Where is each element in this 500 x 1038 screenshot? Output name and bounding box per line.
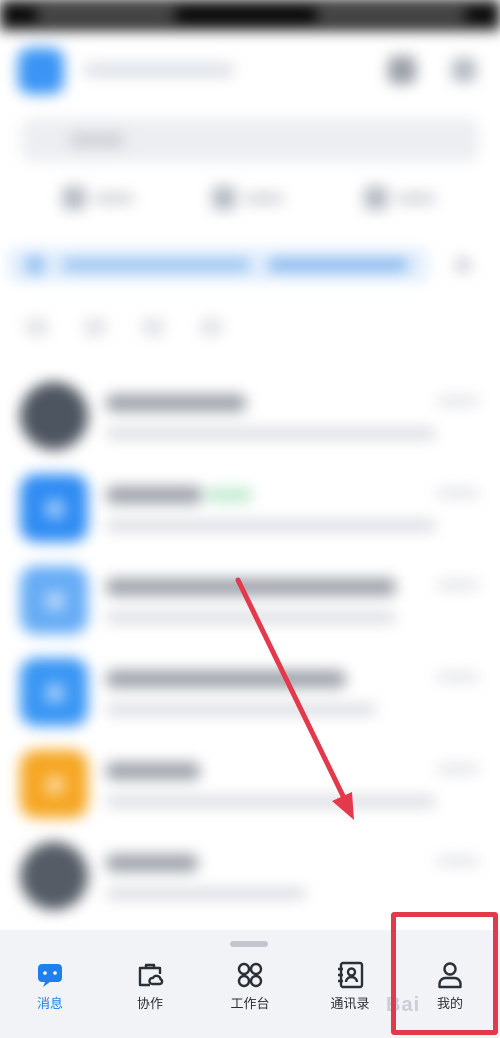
status-bar-left (36, 10, 176, 19)
conversation-title (106, 578, 396, 596)
conversation-row[interactable] (0, 650, 500, 742)
blurred-content-area (0, 0, 500, 930)
filter-chip[interactable] (200, 318, 222, 336)
conversation-avatar-icon (46, 776, 64, 794)
conversation-time (436, 672, 480, 682)
notice-icon (26, 256, 44, 274)
conversation-time (436, 396, 480, 406)
drag-handle[interactable] (230, 941, 268, 947)
notice-chevron-icon[interactable] (456, 258, 470, 272)
conversation-preview (106, 888, 306, 899)
conversation-title (106, 762, 200, 780)
org-name[interactable] (84, 62, 234, 78)
notice-text (62, 259, 250, 271)
conversation-avatar-icon (46, 500, 64, 518)
tab-contacts[interactable]: 通讯录 (300, 960, 400, 1024)
tab-label: 消息 (36, 997, 63, 1012)
tab-label: 工作台 (230, 997, 270, 1012)
conversation-time (436, 488, 480, 498)
conversation-preview (106, 796, 436, 807)
contact-book-icon (338, 961, 364, 989)
quick-action-icon (212, 186, 236, 210)
conversation-time (436, 856, 480, 866)
header-action-button[interactable] (388, 56, 416, 84)
conversation-tag (206, 488, 252, 502)
conversation-row[interactable] (0, 834, 500, 926)
quick-action-label (396, 193, 436, 204)
filter-chip[interactable] (84, 318, 106, 336)
conversation-avatar (20, 382, 88, 450)
header-add-button[interactable] (452, 58, 476, 82)
filter-chip[interactable] (26, 318, 48, 336)
tab-label: 通讯录 (330, 997, 370, 1012)
conversation-preview (106, 520, 436, 531)
quick-action-label (94, 193, 134, 204)
conversation-time (436, 580, 480, 590)
conversation-title (106, 394, 246, 412)
conversation-row[interactable] (0, 558, 500, 650)
conversation-avatar (20, 842, 88, 910)
conversation-row[interactable] (0, 374, 500, 466)
tab-collab[interactable]: 协作 (100, 960, 200, 1024)
conversation-title (106, 670, 346, 688)
quick-action-1[interactable] (62, 186, 142, 212)
quick-action-3[interactable] (364, 186, 444, 212)
conversation-preview (106, 704, 376, 715)
conversation-preview (106, 612, 396, 623)
conversation-preview (106, 428, 436, 439)
tab-label: 协作 (136, 997, 163, 1012)
quick-action-label (244, 193, 284, 204)
conversation-avatar-icon (46, 592, 64, 610)
search-placeholder (70, 134, 124, 146)
quick-action-2[interactable] (212, 186, 292, 212)
conversation-time (436, 764, 480, 774)
tab-me[interactable]: 我的 (400, 960, 500, 1024)
status-bar (0, 0, 500, 30)
filter-chip[interactable] (142, 318, 164, 336)
person-icon (438, 962, 462, 989)
conversation-row[interactable] (0, 742, 500, 834)
org-avatar[interactable] (18, 48, 64, 94)
bottom-tab-bar: 消息 协作 工作台 通讯录 我的 (0, 930, 500, 1038)
quick-action-icon (62, 186, 86, 210)
conversation-title (106, 486, 202, 504)
tab-workbench[interactable]: 工作台 (200, 960, 300, 1024)
chat-bubble-icon (38, 964, 62, 987)
app-grid-icon (237, 962, 263, 988)
conversation-title (106, 854, 198, 872)
conversation-row[interactable] (0, 466, 500, 558)
tab-label: 我的 (436, 997, 463, 1012)
quick-action-icon (364, 186, 388, 210)
notice-link[interactable] (268, 259, 408, 271)
conversation-avatar-icon (46, 684, 64, 702)
briefcase-cloud-icon (138, 963, 164, 987)
status-bar-right (316, 10, 466, 19)
tab-messages[interactable]: 消息 (0, 960, 100, 1024)
